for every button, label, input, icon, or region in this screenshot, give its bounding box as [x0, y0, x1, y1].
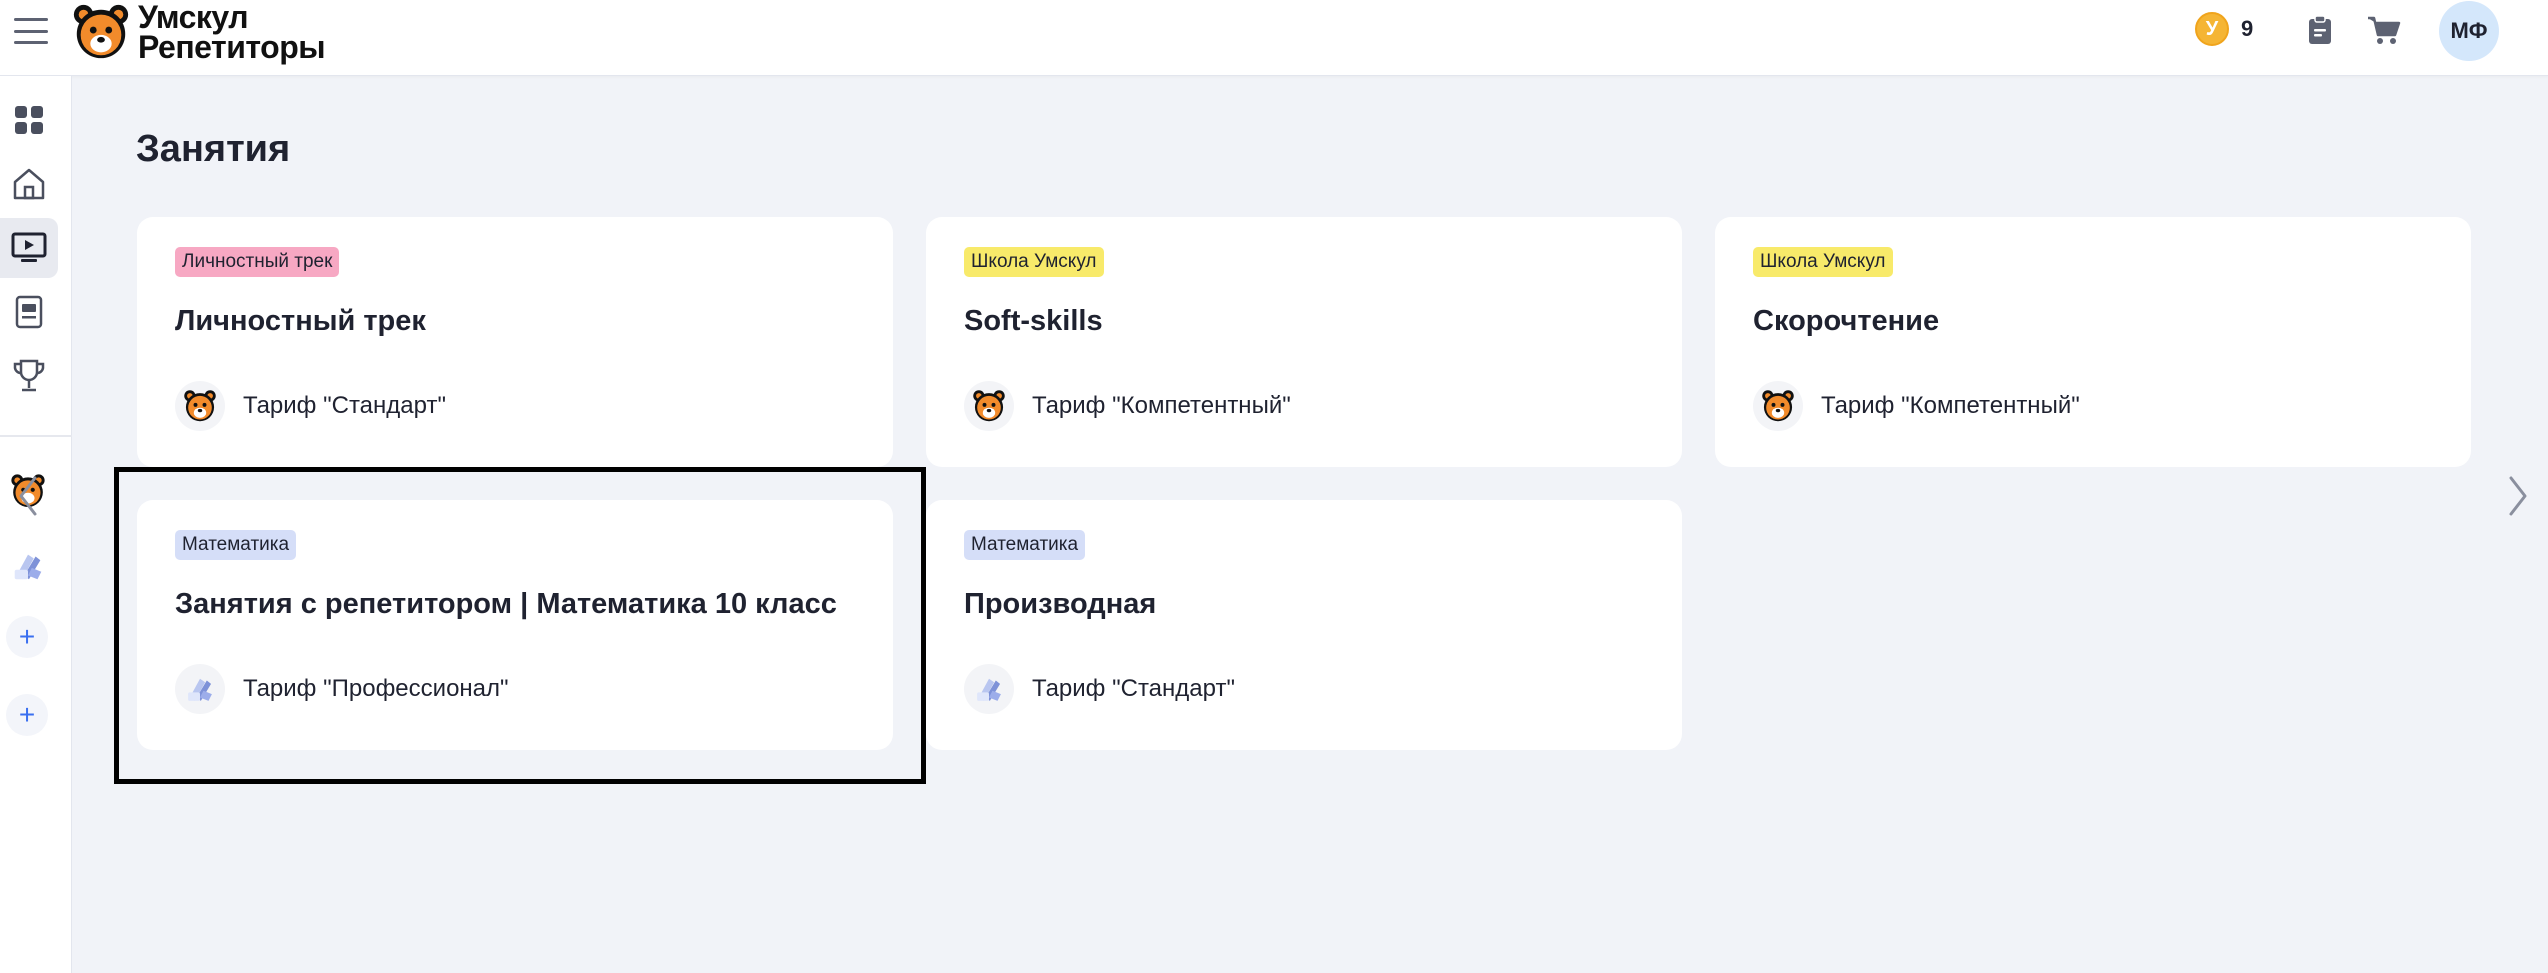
- lessons-icon: [11, 232, 47, 262]
- top-header: Умскул Репетиторы У 9 МФ: [0, 0, 2548, 76]
- lesson-card[interactable]: Личностный трек Личностный трек Тариф "С…: [137, 217, 893, 467]
- card-title: Скорочтение: [1753, 305, 1940, 337]
- card-tag: Математика: [175, 530, 297, 560]
- sidebar-item-notebook[interactable]: [0, 282, 58, 342]
- card-title: Soft-skills: [964, 305, 1103, 337]
- card-tag: Личностный трек: [175, 247, 340, 277]
- math-tutor-icon: [175, 664, 225, 714]
- bear-icon: [964, 381, 1014, 431]
- card-tag: Математика: [964, 530, 1086, 560]
- add-school-button-2[interactable]: +: [6, 694, 48, 736]
- dashboard-icon: [15, 106, 43, 134]
- card-tag: Школа Умскул: [964, 247, 1104, 277]
- add-school-button-1[interactable]: +: [6, 616, 48, 658]
- card-tariff-label: Тариф "Компетентный": [1821, 392, 2080, 419]
- notebook-icon: [15, 295, 43, 329]
- card-tariff: Тариф "Компетентный": [1753, 381, 2080, 431]
- user-avatar[interactable]: МФ: [2439, 1, 2499, 61]
- coin-count: 9: [2241, 16, 2254, 41]
- trophy-icon: [13, 359, 45, 392]
- card-tariff-label: Тариф "Компетентный": [1032, 392, 1291, 419]
- card-tariff-label: Тариф "Стандарт": [1032, 675, 1235, 702]
- cart-icon[interactable]: [2366, 12, 2402, 48]
- page-title: Занятия: [136, 128, 291, 170]
- math-tutor-icon: [964, 664, 1014, 714]
- card-tariff-label: Тариф "Профессионал": [243, 675, 509, 702]
- logo-line-1: Умскул: [138, 0, 249, 35]
- lesson-card[interactable]: Школа Умскул Скорочтение Тариф "Компетен…: [1715, 217, 2471, 467]
- bear-logo-icon: [73, 4, 129, 59]
- card-title: Личностный трек: [175, 305, 426, 337]
- sidebar-item-dashboard[interactable]: [0, 90, 58, 150]
- card-tariff: Тариф "Стандарт": [964, 664, 1235, 714]
- card-title: Производная: [964, 588, 1157, 620]
- sidebar-school-tutors[interactable]: [6, 544, 50, 588]
- sidebar-item-home[interactable]: [0, 154, 58, 214]
- bear-icon: [1753, 381, 1803, 431]
- sidebar-item-achievements[interactable]: [0, 346, 58, 406]
- logo-line-2: Репетиторы: [138, 29, 326, 65]
- sidebar-divider: [0, 435, 72, 437]
- clipboard-icon[interactable]: [2302, 12, 2338, 48]
- math-tutor-icon: [14, 554, 42, 580]
- lesson-card[interactable]: Математика Занятия с репетитором | Матем…: [137, 500, 893, 750]
- sidebar-item-lessons[interactable]: [0, 218, 58, 278]
- card-tariff-label: Тариф "Стандарт": [243, 392, 446, 419]
- logo[interactable]: Умскул Репетиторы: [70, 0, 326, 65]
- logo-text: Умскул Репетиторы: [138, 0, 326, 65]
- coin-icon: У: [2195, 12, 2229, 46]
- coin-balance[interactable]: У 9: [2195, 12, 2253, 46]
- card-tag: Школа Умскул: [1753, 247, 1893, 277]
- chevron-left-icon[interactable]: [8, 468, 48, 524]
- card-tariff: Тариф "Профессионал": [175, 664, 509, 714]
- lesson-card[interactable]: Школа Умскул Soft-skills Тариф "Компетен…: [926, 217, 1682, 467]
- card-title: Занятия с репетитором | Математика 10 кл…: [175, 588, 837, 620]
- menu-icon[interactable]: [14, 18, 48, 44]
- home-icon: [13, 168, 45, 200]
- bear-icon: [175, 381, 225, 431]
- chevron-right-icon[interactable]: [2498, 468, 2538, 524]
- lesson-card[interactable]: Математика Производная Тариф "Стандарт": [926, 500, 1682, 750]
- card-tariff: Тариф "Компетентный": [964, 381, 1291, 431]
- card-tariff: Тариф "Стандарт": [175, 381, 446, 431]
- sidebar: + +: [0, 76, 72, 973]
